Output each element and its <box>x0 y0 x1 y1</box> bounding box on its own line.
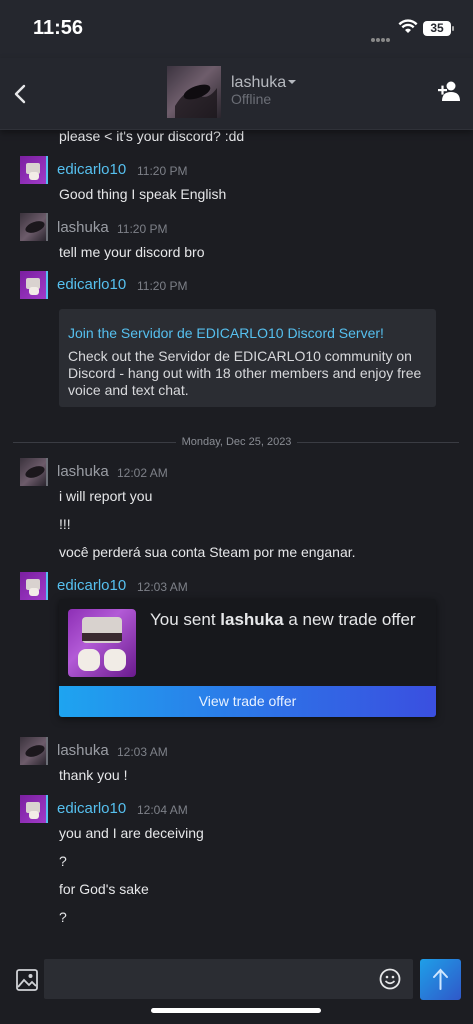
send-button[interactable] <box>420 959 461 1000</box>
trade-text-prefix: You sent <box>150 610 221 629</box>
message-text: tell me your discord bro <box>59 244 205 260</box>
avatar[interactable] <box>20 213 48 241</box>
message-timestamp: 11:20 PM <box>137 164 188 178</box>
avatar[interactable] <box>20 271 48 299</box>
message-text: !!! <box>59 516 71 532</box>
message-list[interactable]: please < it's your discord? :dd edicarlo… <box>0 130 473 945</box>
contact-status: Offline <box>231 91 272 107</box>
sender-name[interactable]: edicarlo10 <box>57 161 126 178</box>
trade-offer-card: You sent lashuka a new trade offer View … <box>59 599 436 717</box>
message-timestamp: 12:03 AM <box>137 580 188 594</box>
sender-name[interactable]: edicarlo10 <box>57 276 126 293</box>
battery-icon: 35 <box>423 21 454 36</box>
message-text: Good thing I speak English <box>59 186 227 202</box>
message-timestamp: 11:20 PM <box>137 279 188 293</box>
embed-title-link[interactable]: Join the Servidor de EDICARLO10 Discord … <box>68 325 384 341</box>
status-bar: 11:56 35 <box>0 0 473 58</box>
message-text: for God's sake <box>59 881 149 897</box>
trade-recipient: lashuka <box>220 610 284 629</box>
signal-icon <box>371 29 395 42</box>
message-text: ? <box>59 909 67 925</box>
send-arrow-icon <box>433 968 448 990</box>
message-text: você perderá sua conta Steam por me enga… <box>59 544 356 560</box>
avatar[interactable] <box>20 795 48 823</box>
home-indicator <box>151 1008 321 1013</box>
message-text: thank you ! <box>59 767 128 783</box>
message-text: please < it's your discord? :dd <box>59 130 245 144</box>
message-text: you and I are deceiving <box>59 825 204 841</box>
contact-avatar[interactable] <box>167 66 221 118</box>
message-timestamp: 11:20 PM <box>117 222 168 236</box>
date-divider: Monday, Dec 25, 2023 <box>0 436 473 448</box>
avatar[interactable] <box>20 458 48 486</box>
avatar[interactable] <box>20 572 48 600</box>
embed-description: Check out the Servidor de EDICARLO10 com… <box>68 348 422 398</box>
clock: 11:56 <box>33 17 84 39</box>
trade-offer-text: You sent lashuka a new trade offer <box>150 610 420 630</box>
message-composer <box>0 945 473 1024</box>
message-input[interactable] <box>44 959 413 999</box>
message-timestamp: 12:04 AM <box>137 803 188 817</box>
contact-name[interactable]: lashuka <box>231 74 286 92</box>
message-text: ? <box>59 853 67 869</box>
chat-header: lashuka Offline <box>0 58 473 130</box>
image-icon[interactable] <box>15 968 39 992</box>
sender-name[interactable]: edicarlo10 <box>57 800 126 817</box>
message-timestamp: 12:02 AM <box>117 466 168 480</box>
avatar[interactable] <box>20 737 48 765</box>
view-trade-offer-button[interactable]: View trade offer <box>59 686 436 717</box>
date-divider-label: Monday, Dec 25, 2023 <box>175 436 298 448</box>
trade-offer-avatar <box>68 609 136 677</box>
discord-invite-embed[interactable]: Join the Servidor de EDICARLO10 Discord … <box>59 309 436 407</box>
sender-name[interactable]: lashuka <box>57 219 109 236</box>
sender-name[interactable]: edicarlo10 <box>57 577 126 594</box>
message-text: i will report you <box>59 488 153 504</box>
sender-name[interactable]: lashuka <box>57 463 109 480</box>
wifi-icon <box>398 19 418 33</box>
back-chevron-icon[interactable] <box>10 80 32 108</box>
trade-text-suffix: a new trade offer <box>283 610 416 629</box>
sender-name[interactable]: lashuka <box>57 742 109 759</box>
emoji-icon[interactable] <box>379 968 401 990</box>
chevron-down-icon[interactable] <box>288 80 296 84</box>
avatar[interactable] <box>20 156 48 184</box>
add-friend-icon[interactable] <box>437 80 461 102</box>
message-timestamp: 12:03 AM <box>117 745 168 759</box>
